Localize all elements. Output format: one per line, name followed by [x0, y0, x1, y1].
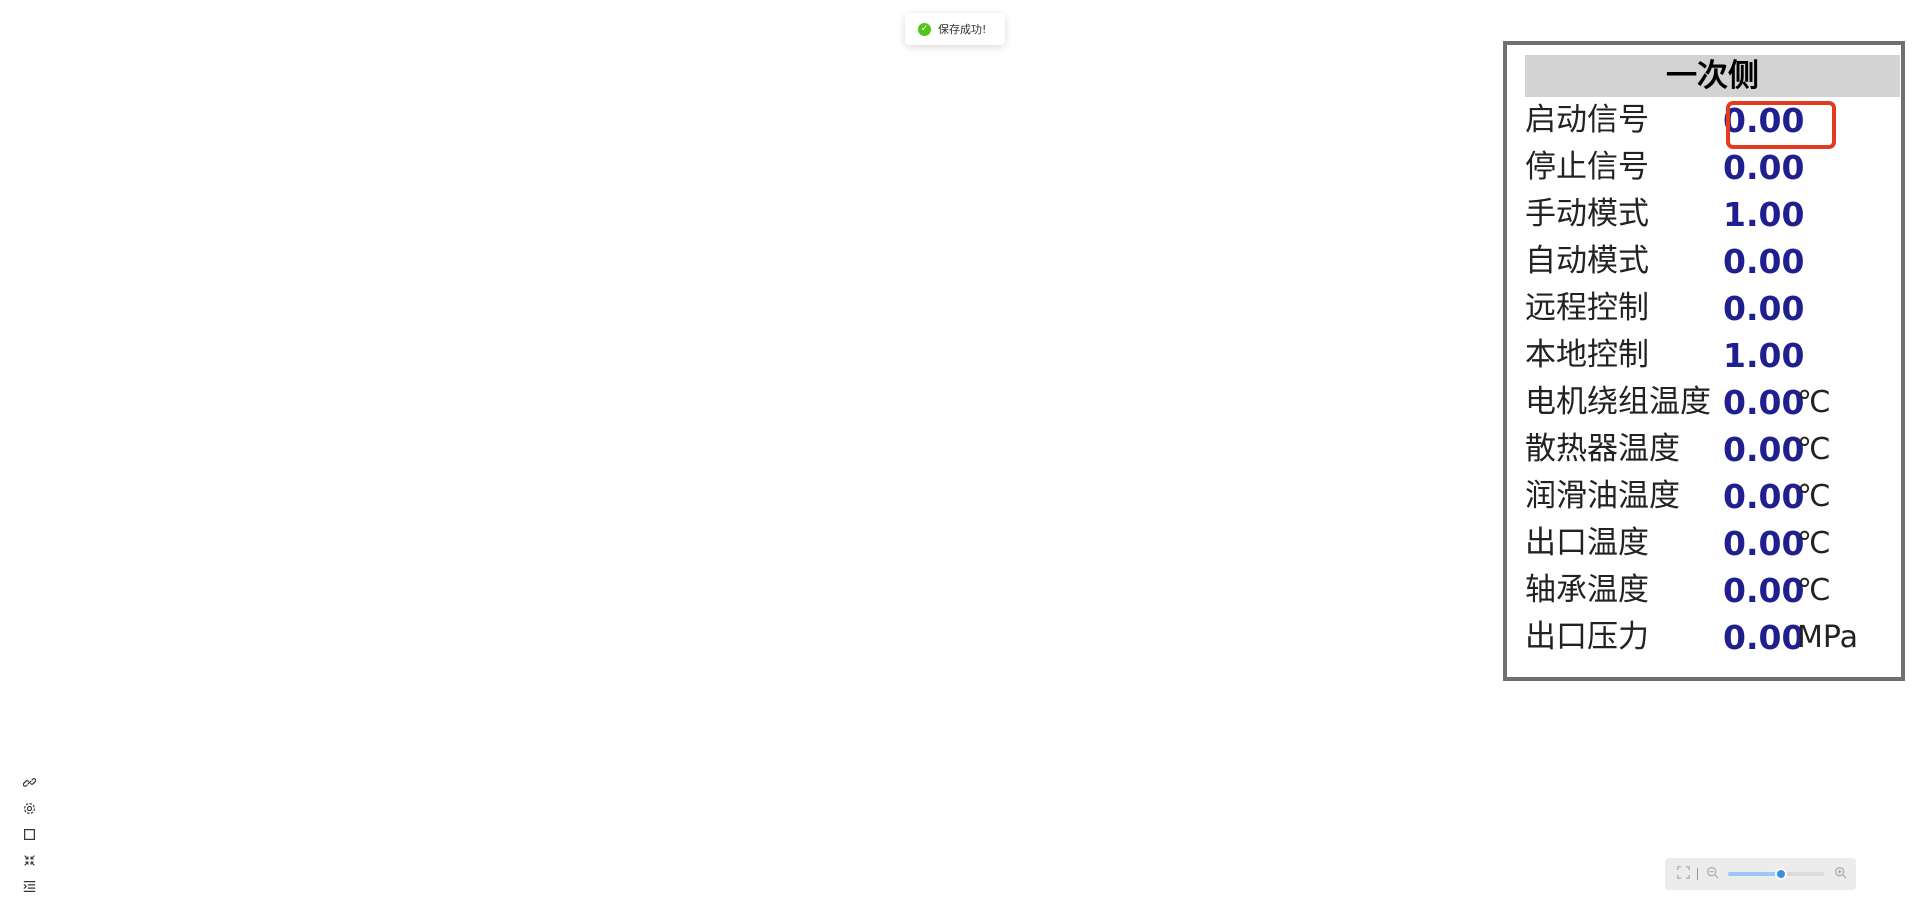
panel-title: 一次侧 [1525, 55, 1900, 97]
data-row: 手动模式 1.00 [1525, 191, 1905, 238]
row-value: 0.00 [1723, 430, 1805, 469]
link-icon[interactable] [18, 769, 40, 795]
data-row: 电机绕组温度 0.00 ℃ [1525, 379, 1905, 426]
data-row: 散热器温度 0.00 ℃ [1525, 426, 1905, 473]
indent-list-icon[interactable] [18, 873, 40, 899]
toast-notification: ✓ 保存成功! [905, 13, 1005, 45]
row-unit: ℃ [1797, 385, 1831, 420]
collapse-arrows-icon[interactable] [18, 847, 40, 873]
data-row: 自动模式 0.00 [1525, 238, 1905, 285]
zoom-divider [1697, 868, 1698, 880]
data-row: 出口压力 0.00 MPa [1525, 614, 1905, 661]
row-label: 电机绕组温度 [1525, 384, 1711, 420]
zoom-out-icon[interactable] [1704, 866, 1720, 882]
left-toolbar [18, 769, 40, 899]
data-row: 出口温度 0.00 ℃ [1525, 520, 1905, 567]
fullscreen-icon[interactable] [1675, 866, 1691, 882]
row-label: 出口压力 [1525, 619, 1649, 655]
row-unit: MPa [1797, 620, 1859, 655]
data-row: 轴承温度 0.00 ℃ [1525, 567, 1905, 614]
success-check-icon: ✓ [918, 22, 931, 36]
row-unit: ℃ [1797, 573, 1831, 608]
row-label: 启动信号 [1525, 102, 1649, 138]
row-value: 0.00 [1723, 524, 1805, 563]
data-row: 远程控制 0.00 [1525, 285, 1905, 332]
square-icon[interactable] [18, 821, 40, 847]
row-label: 远程控制 [1525, 290, 1649, 326]
zoom-slider[interactable] [1728, 868, 1824, 880]
zoom-control [1665, 858, 1856, 890]
primary-side-panel: 一次侧 启动信号 0.00 停止信号 0.00 手动模式 1.00 自动模式 0… [1503, 41, 1905, 681]
selection-highlight-box [1726, 101, 1836, 149]
gear-icon[interactable] [18, 795, 40, 821]
zoom-slider-handle[interactable] [1774, 868, 1787, 880]
zoom-slider-fill [1728, 872, 1781, 876]
row-value: 0.00 [1723, 383, 1805, 422]
row-unit: ℃ [1797, 432, 1831, 467]
row-label: 散热器温度 [1525, 431, 1680, 467]
data-row: 停止信号 0.00 [1525, 144, 1905, 191]
row-value: 1.00 [1723, 336, 1805, 375]
row-value: 0.00 [1723, 242, 1805, 281]
data-row: 本地控制 1.00 [1525, 332, 1905, 379]
toast-message: 保存成功! [938, 23, 987, 36]
row-label: 润滑油温度 [1525, 478, 1680, 514]
row-value: 1.00 [1723, 195, 1805, 234]
row-value: 0.00 [1723, 618, 1805, 657]
data-row: 润滑油温度 0.00 ℃ [1525, 473, 1905, 520]
row-label: 轴承温度 [1525, 572, 1649, 608]
row-value: 0.00 [1723, 289, 1805, 328]
zoom-in-icon[interactable] [1832, 866, 1848, 882]
row-label: 出口温度 [1525, 525, 1649, 561]
row-label: 手动模式 [1525, 196, 1649, 232]
row-value: 0.00 [1723, 571, 1805, 610]
data-row: 启动信号 0.00 [1525, 97, 1905, 144]
row-unit: ℃ [1797, 479, 1831, 514]
row-label: 停止信号 [1525, 149, 1649, 185]
row-value: 0.00 [1723, 477, 1805, 516]
row-value: 0.00 [1723, 148, 1805, 187]
row-label: 本地控制 [1525, 337, 1649, 373]
row-label: 自动模式 [1525, 243, 1649, 279]
row-unit: ℃ [1797, 526, 1831, 561]
